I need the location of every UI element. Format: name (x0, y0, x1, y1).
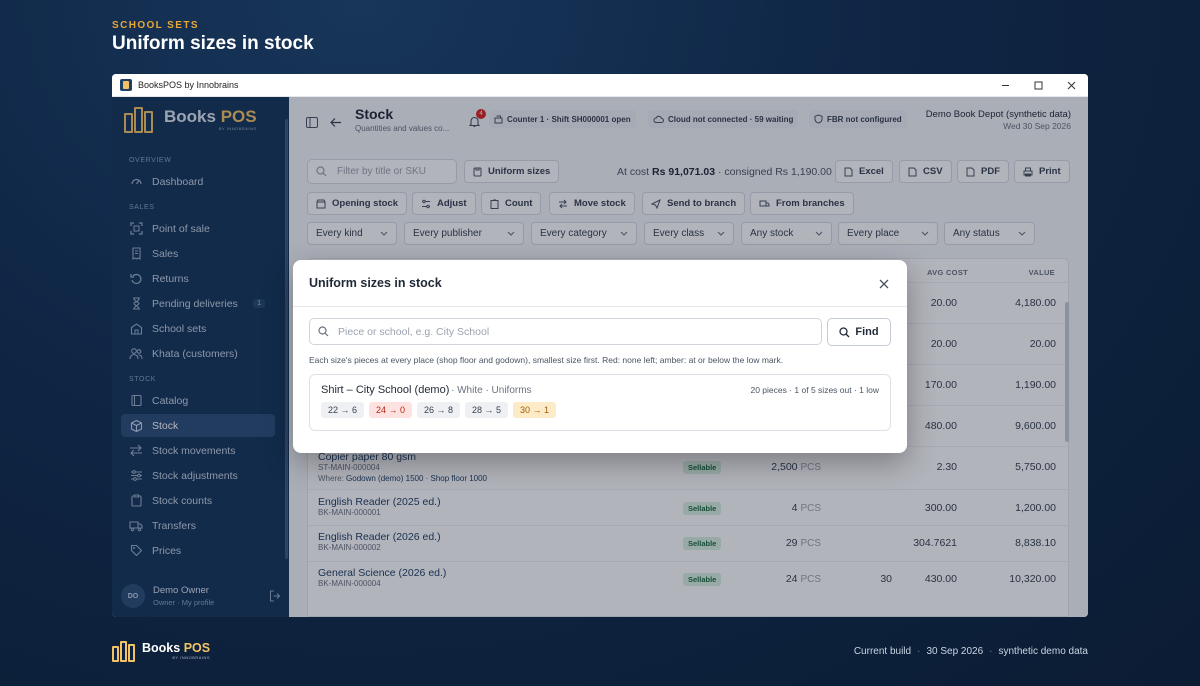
build-date: 30 Sep 2026 (926, 646, 984, 657)
size-chip: 22 → 6 (321, 402, 364, 418)
uniform-sizes-dialog: Uniform sizes in stock Piece or school, … (293, 260, 907, 453)
find-button[interactable]: Find (827, 318, 891, 346)
maximize-icon[interactable] (1022, 74, 1055, 97)
uniform-search-input[interactable]: Piece or school, e.g. City School (309, 318, 822, 345)
close-icon[interactable] (879, 275, 889, 293)
size-chip-out: 24 → 0 (369, 402, 412, 418)
page-eyebrow: SCHOOL SETS (112, 20, 199, 31)
build-label: Current build (853, 646, 912, 657)
divider (293, 306, 907, 307)
books-logo-icon (112, 640, 140, 662)
set-meta: · White · Uniforms (451, 385, 532, 396)
close-icon[interactable] (1055, 74, 1088, 97)
footer-meta: Current build · 30 Sep 2026 · synthetic demo… (854, 646, 1088, 657)
dialog-title: Uniform sizes in stock (309, 276, 442, 290)
set-name: Shirt – City School (demo) (321, 384, 450, 396)
minimize-icon[interactable] (989, 74, 1022, 97)
footer-logo: Books POS BY INNOBRAINS (112, 640, 210, 662)
uniform-set-card[interactable]: Shirt – City School (demo) · White · Uni… (309, 374, 891, 431)
search-placeholder: Piece or school, e.g. City School (338, 325, 490, 338)
page-heading: Uniform sizes in stock (112, 33, 314, 54)
find-label: Find (855, 326, 879, 338)
footer-brand-a: Books (142, 640, 181, 655)
footer-sep: · (989, 646, 993, 657)
size-chip: 26 → 8 (417, 402, 460, 418)
help-text: Each size's pieces at every place (shop … (309, 355, 784, 365)
search-icon (318, 326, 329, 337)
title-bar: BooksPOS by Innobrains (112, 74, 1088, 97)
size-chip-low: 30 → 1 (513, 402, 556, 418)
footer-sep: · (917, 646, 921, 657)
app-icon (120, 79, 132, 91)
demo-note: synthetic demo data (998, 646, 1089, 657)
size-chip: 28 → 5 (465, 402, 508, 418)
window-title: BooksPOS by Innobrains (138, 80, 239, 90)
set-summary: 20 pieces · 1 of 5 sizes out · 1 low (750, 385, 879, 395)
search-icon (839, 326, 850, 337)
footer-tagline: BY INNOBRAINS (172, 655, 211, 661)
footer-brand-b: POS (183, 640, 211, 655)
